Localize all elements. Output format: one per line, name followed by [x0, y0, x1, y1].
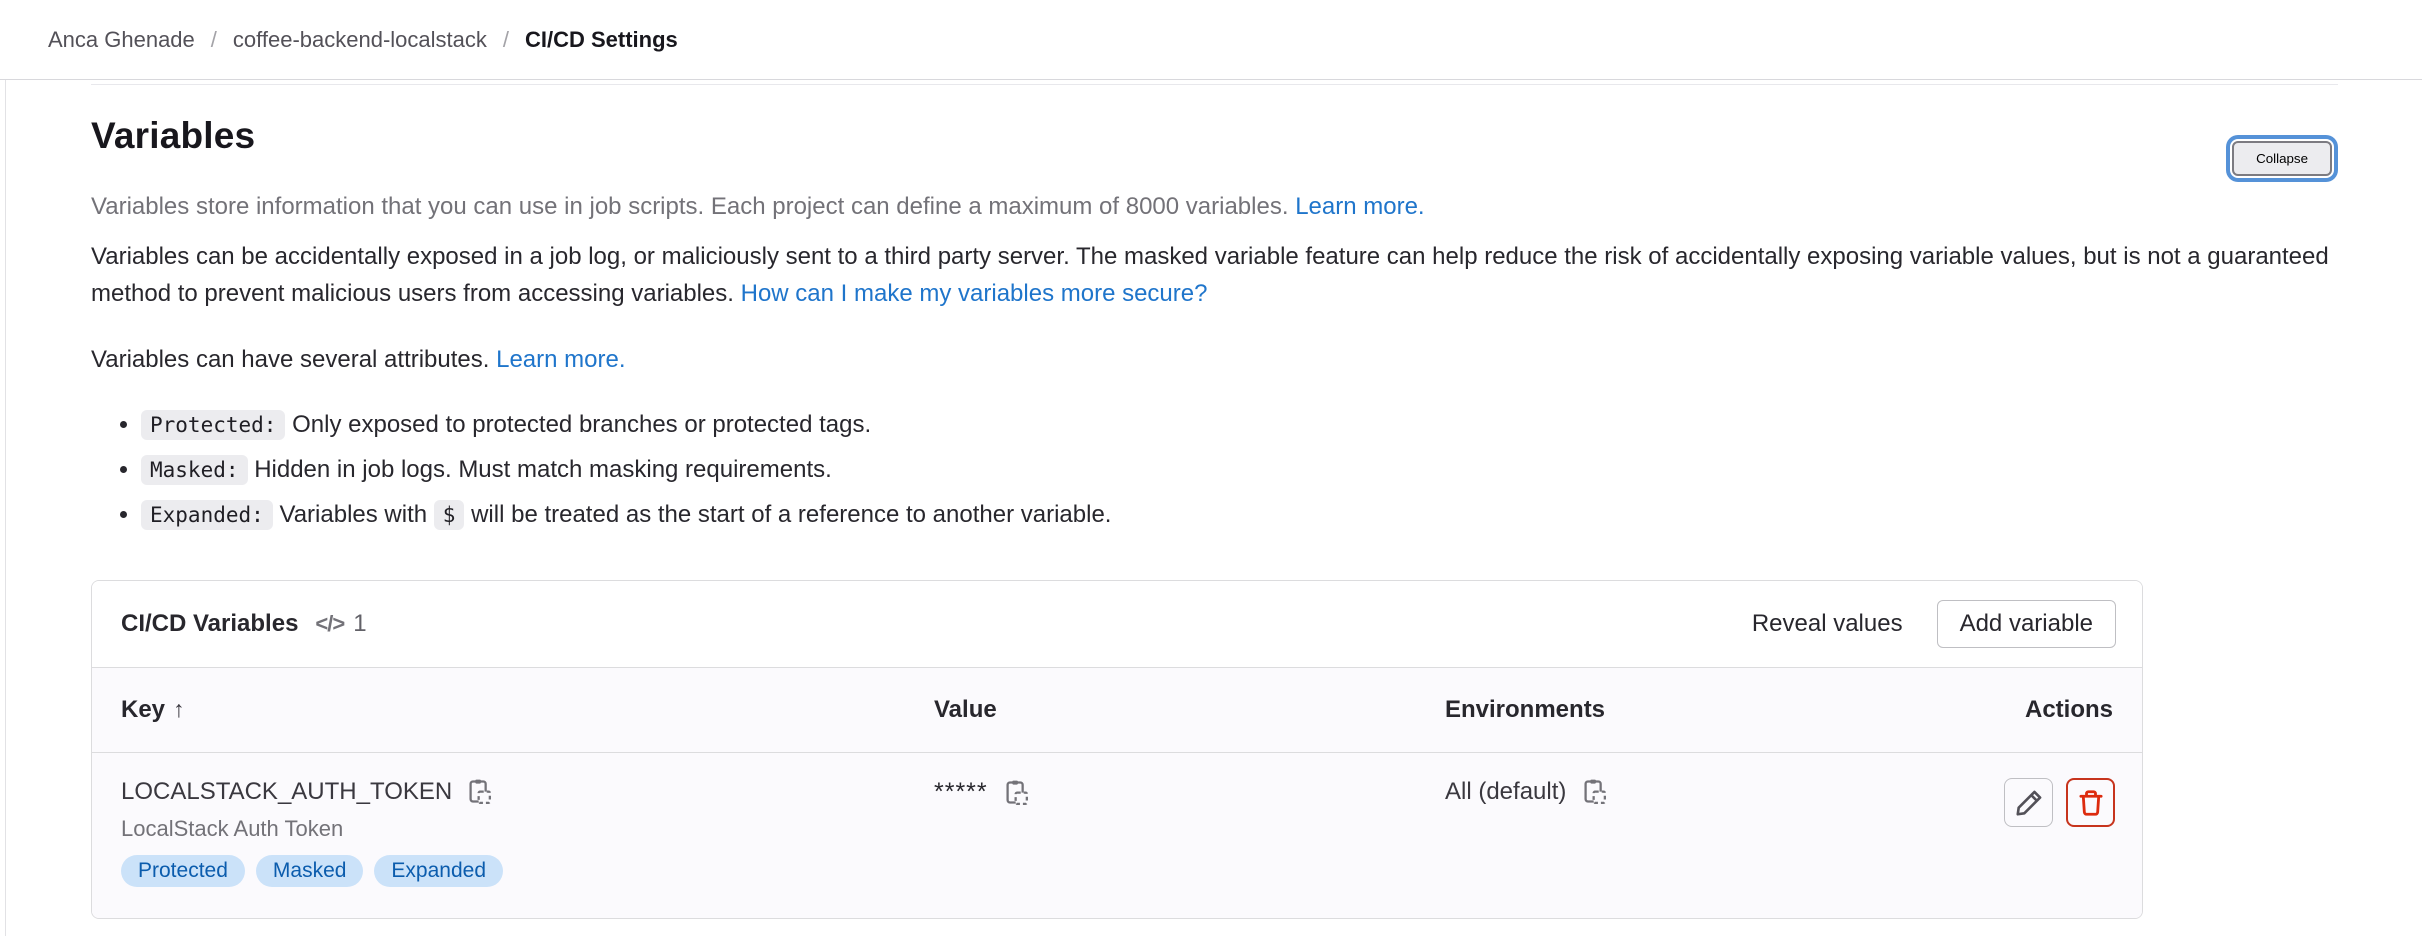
- variables-warning-text: Variables can be accidentally exposed in…: [91, 238, 2331, 312]
- secure-variables-link[interactable]: How can I make my variables more secure?: [741, 280, 1208, 307]
- variables-attributes-text: Variables can have several attributes. L…: [91, 341, 2331, 378]
- expanded-description-after: will be treated as the start of a refere…: [471, 501, 1111, 528]
- masked-description: Hidden in job logs. Must match masking r…: [254, 456, 832, 483]
- copy-icon: [465, 778, 493, 806]
- masked-value: *****: [934, 778, 988, 807]
- card-header-actions: Reveal values Add variable: [1738, 600, 2116, 648]
- variable-description: LocalStack Auth Token: [121, 816, 934, 842]
- breadcrumb-separator: /: [503, 27, 509, 53]
- edit-variable-button[interactable]: [2004, 778, 2053, 827]
- breadcrumb-bar: Anca Ghenade / coffee-backend-localstack…: [0, 0, 2422, 80]
- ci-cd-variables-card: CI/CD Variables </> 1 Reveal values Add …: [91, 580, 2143, 919]
- variables-intro-text: Variables store information that you can…: [91, 188, 2338, 225]
- learn-more-link[interactable]: Learn more.: [1295, 193, 1424, 220]
- attributes-text: Variables can have several attributes.: [91, 346, 489, 373]
- sort-ascending-icon: ↑: [173, 696, 185, 722]
- copy-key-button[interactable]: [465, 778, 493, 806]
- masked-badge[interactable]: Masked: [256, 855, 364, 887]
- expanded-chip: Expanded:: [141, 500, 273, 530]
- column-header-value: Value: [934, 668, 1445, 753]
- expanded-description-before: Variables with: [279, 501, 427, 528]
- breadcrumb: Anca Ghenade / coffee-backend-localstack…: [48, 27, 678, 53]
- value-cell: *****: [934, 753, 1445, 919]
- table-row: LOCALSTACK_AUTH_TOKEN LocalStack Aut: [92, 753, 2142, 919]
- breadcrumb-separator: /: [211, 27, 217, 53]
- collapse-button[interactable]: Collapse: [2232, 141, 2332, 176]
- list-item-protected: Protected: Only exposed to protected bra…: [141, 406, 2338, 444]
- pencil-icon: [2014, 788, 2044, 818]
- breadcrumb-project-link[interactable]: coffee-backend-localstack: [233, 27, 487, 53]
- dollar-chip: $: [434, 500, 465, 530]
- delete-variable-button[interactable]: [2066, 778, 2115, 827]
- column-header-key[interactable]: Key↑: [92, 668, 934, 753]
- trash-icon: [2076, 788, 2106, 818]
- table-header-row: Key↑ Value Environments Actions: [92, 668, 2142, 753]
- breadcrumb-group-link[interactable]: Anca Ghenade: [48, 27, 195, 53]
- masked-chip: Masked:: [141, 455, 248, 485]
- reveal-values-button[interactable]: Reveal values: [1738, 601, 1917, 647]
- list-item-masked: Masked: Hidden in job logs. Must match m…: [141, 451, 2338, 489]
- environments-cell: All (default): [1445, 753, 1902, 919]
- copy-value-button[interactable]: [1002, 779, 1030, 807]
- card-header: CI/CD Variables </> 1 Reveal values Add …: [92, 581, 2142, 667]
- variables-section-header: Variables Collapse: [91, 115, 2338, 176]
- add-variable-button[interactable]: Add variable: [1937, 600, 2116, 648]
- column-header-actions: Actions: [1902, 668, 2142, 753]
- environment-scope: All (default): [1445, 778, 1566, 806]
- key-cell: LOCALSTACK_AUTH_TOKEN LocalStack Aut: [92, 753, 934, 919]
- card-title: CI/CD Variables: [121, 610, 298, 638]
- breadcrumb-current-page: CI/CD Settings: [525, 27, 678, 53]
- copy-environment-button[interactable]: [1580, 778, 1608, 806]
- variable-count: 1: [353, 610, 366, 638]
- copy-icon: [1580, 778, 1608, 806]
- variable-key: LOCALSTACK_AUTH_TOKEN: [121, 778, 452, 806]
- sidebar-edge: [5, 0, 6, 936]
- protected-description: Only exposed to protected branches or pr…: [292, 411, 871, 438]
- expanded-badge[interactable]: Expanded: [374, 855, 503, 887]
- code-icon: </>: [315, 611, 344, 637]
- column-header-environments: Environments: [1445, 668, 1902, 753]
- variables-section: Variables Collapse Variables store infor…: [91, 84, 2338, 919]
- variable-badges: Protected Masked Expanded: [121, 855, 934, 887]
- copy-icon: [1002, 779, 1030, 807]
- warning-text: Variables can be accidentally exposed in…: [91, 243, 2329, 307]
- settings-content: Variables Collapse Variables store infor…: [0, 84, 2422, 936]
- actions-cell: [1902, 753, 2142, 919]
- page-title: Variables: [91, 115, 255, 157]
- attributes-list: Protected: Only exposed to protected bra…: [91, 406, 2338, 534]
- protected-chip: Protected:: [141, 410, 285, 440]
- list-item-expanded: Expanded: Variables with $ will be treat…: [141, 496, 2338, 534]
- variables-table: Key↑ Value Environments Actions LOCALSTA…: [92, 667, 2142, 918]
- attributes-learn-more-link[interactable]: Learn more.: [496, 346, 625, 373]
- intro-text: Variables store information that you can…: [91, 193, 1289, 220]
- protected-badge[interactable]: Protected: [121, 855, 245, 887]
